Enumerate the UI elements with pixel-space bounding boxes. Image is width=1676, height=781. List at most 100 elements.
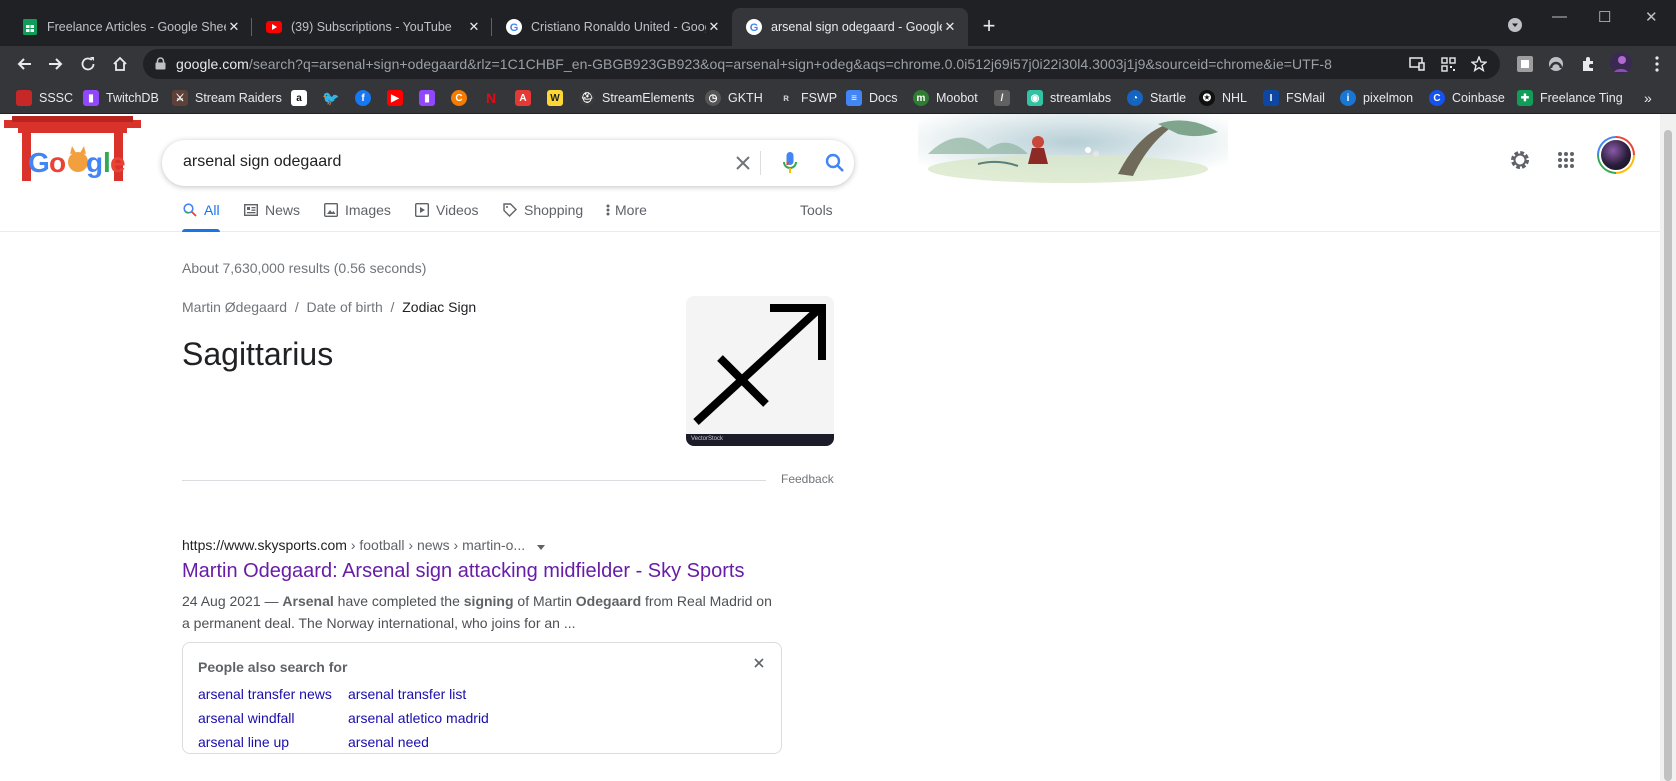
tab-arsenal-sign-odegaard[interactable]: G arsenal sign odegaard - Google Search … <box>732 8 968 46</box>
bookmark-pixelmon[interactable]: i pixelmon <box>1340 88 1413 108</box>
bookmark-adobe[interactable]: A <box>515 88 538 108</box>
tab-search-dropdown-icon[interactable] <box>1508 18 1522 36</box>
search-icon <box>182 202 198 218</box>
tab-news[interactable]: News <box>243 202 300 232</box>
tab-all[interactable]: All <box>182 202 220 232</box>
extensions-puzzle-icon[interactable] <box>1579 55 1597 73</box>
bookmark-docs[interactable]: ≡ Docs <box>846 88 897 108</box>
search-box[interactable]: arsenal sign odegaard <box>162 140 854 186</box>
bookmark-twitter[interactable]: 🐦 <box>322 88 346 108</box>
close-icon[interactable] <box>751 655 767 671</box>
stream-raiders-icon: ⚔ <box>172 90 188 106</box>
related-search-link[interactable]: arsenal transfer news <box>198 686 332 702</box>
bookmark-gkth[interactable]: ◷ GKTH <box>705 88 763 108</box>
tab-youtube[interactable]: (39) Subscriptions - YouTube ✕ <box>252 8 492 46</box>
search-icon[interactable] <box>823 151 847 175</box>
result-title-link[interactable]: Martin Odegaard: Arsenal sign attacking … <box>182 560 744 583</box>
more-bookmarks-chevron-icon[interactable]: » <box>1644 88 1652 108</box>
bookmark-startle[interactable]: ◔ Startle <box>1127 88 1186 108</box>
google-apps-grid-icon[interactable] <box>1548 142 1584 178</box>
bookmark-icon <box>16 90 32 106</box>
google-doodle-logo[interactable]: G o g l e <box>4 116 141 188</box>
scrollbar-thumb[interactable] <box>1664 130 1672 781</box>
bookmark-streamlabs[interactable]: ◉ streamlabs <box>1027 88 1111 108</box>
result-cite[interactable]: https://www.skysports.com › football › n… <box>182 537 545 554</box>
profile-avatar-icon[interactable] <box>1610 52 1632 74</box>
new-tab-plus-icon[interactable]: + <box>978 15 1000 38</box>
address-bar[interactable]: google.com/search?q=arsenal+sign+odegaar… <box>143 49 1500 79</box>
reload-icon[interactable] <box>75 51 101 77</box>
bookmark-amazon[interactable]: a <box>291 88 314 108</box>
account-avatar[interactable] <box>1597 136 1635 174</box>
bookmark-slash[interactable]: / <box>994 88 1017 108</box>
bookmark-stream-raiders[interactable]: ⚔ Stream Raiders <box>172 88 282 108</box>
crunchyroll-icon: C <box>451 90 467 106</box>
tab-videos[interactable]: Videos <box>414 202 479 232</box>
tab-strip: Freelance Articles - Google Sheets ✕ (39… <box>0 0 1676 46</box>
bookmark-freelance-ting[interactable]: ✚ Freelance Ting <box>1517 88 1623 108</box>
bookmark-sssc[interactable]: SSSC <box>16 88 73 108</box>
related-search-link[interactable]: arsenal atletico madrid <box>348 710 489 726</box>
bookmark-fswp[interactable]: ʀ FSWP <box>778 88 837 108</box>
search-input[interactable]: arsenal sign odegaard <box>183 153 341 171</box>
settings-gear-icon[interactable] <box>1502 142 1538 178</box>
close-tab-icon[interactable]: ✕ <box>466 19 482 35</box>
related-search-link[interactable]: arsenal need <box>348 734 429 750</box>
bookmark-youtube[interactable]: ▶ <box>387 88 410 108</box>
breadcrumb-link[interactable]: Date of birth <box>307 299 383 315</box>
sagittarius-symbol-image[interactable]: VectorStock <box>686 296 834 446</box>
minimize-window-icon[interactable]: — <box>1552 8 1567 25</box>
bookmark-streamelements[interactable]: ⛑ StreamElements <box>579 88 694 108</box>
feedback-link[interactable]: Feedback <box>781 472 834 486</box>
bookmark-label: TwitchDB <box>106 91 159 105</box>
tab-tools[interactable]: Tools <box>800 202 833 232</box>
bookmark-w[interactable]: W <box>547 88 570 108</box>
install-app-icon[interactable] <box>1408 55 1426 73</box>
microphone-icon[interactable] <box>778 151 802 175</box>
result-options-caret-icon[interactable] <box>537 538 545 554</box>
tab-images[interactable]: Images <box>323 202 391 232</box>
twitter-icon: 🐦 <box>322 89 340 106</box>
close-tab-icon[interactable]: ✕ <box>226 19 242 35</box>
close-tab-icon[interactable]: ✕ <box>942 19 958 35</box>
tab-more[interactable]: More <box>605 202 647 232</box>
extension-sheets-icon[interactable] <box>1516 55 1534 73</box>
url-text[interactable]: google.com/search?q=arsenal+sign+odegaar… <box>176 56 1332 72</box>
related-search-link[interactable]: arsenal line up <box>198 734 289 750</box>
bookmark-label: streamlabs <box>1050 91 1112 105</box>
qr-code-icon[interactable] <box>1439 55 1457 73</box>
bookmark-crunchyroll[interactable]: C <box>451 88 474 108</box>
back-arrow-icon[interactable] <box>11 51 37 77</box>
forward-arrow-icon[interactable] <box>43 51 69 77</box>
close-window-icon[interactable]: ✕ <box>1645 8 1658 26</box>
maximize-window-icon[interactable]: ☐ <box>1598 8 1611 26</box>
tab-shopping[interactable]: Shopping <box>502 202 583 232</box>
bookmark-twitch[interactable]: ▮ <box>419 88 442 108</box>
page-scrollbar[interactable] <box>1660 114 1676 781</box>
twitch-icon: ▮ <box>419 90 435 106</box>
browser-menu-icon[interactable] <box>1648 55 1666 73</box>
clear-search-icon[interactable] <box>732 152 754 174</box>
tab-cristiano-ronaldo[interactable]: G Cristiano Ronaldo United - Google Sear… <box>492 8 732 46</box>
lock-icon[interactable] <box>155 57 166 75</box>
google-icon: G <box>746 19 762 35</box>
breadcrumb-link[interactable]: Martin Ødegaard <box>182 299 287 315</box>
extension-arc-icon[interactable] <box>1547 55 1565 73</box>
bookmark-moobot[interactable]: m Moobot <box>913 88 978 108</box>
close-tab-icon[interactable]: ✕ <box>706 19 722 35</box>
bookmark-label: FSWP <box>801 91 838 105</box>
bookmark-star-icon[interactable] <box>1470 55 1488 73</box>
tab-title: (39) Subscriptions - YouTube <box>291 20 452 34</box>
snippet-bold: signing <box>463 593 514 609</box>
bookmark-facebook[interactable]: f <box>355 88 378 108</box>
bookmark-netflix[interactable]: N <box>483 88 506 108</box>
tab-freelance-articles[interactable]: Freelance Articles - Google Sheets ✕ <box>8 8 252 46</box>
bookmark-coinbase[interactable]: C Coinbase <box>1429 88 1505 108</box>
bookmark-fsmail[interactable]: I FSMail <box>1263 88 1325 108</box>
bookmark-nhl[interactable]: ✪ NHL <box>1199 88 1247 108</box>
bookmark-twitchdb[interactable]: ▮ TwitchDB <box>83 88 159 108</box>
related-search-link[interactable]: arsenal transfer list <box>348 686 466 702</box>
related-search-link[interactable]: arsenal windfall <box>198 710 295 726</box>
breadcrumb-current: Zodiac Sign <box>402 299 477 315</box>
home-icon[interactable] <box>107 51 133 77</box>
